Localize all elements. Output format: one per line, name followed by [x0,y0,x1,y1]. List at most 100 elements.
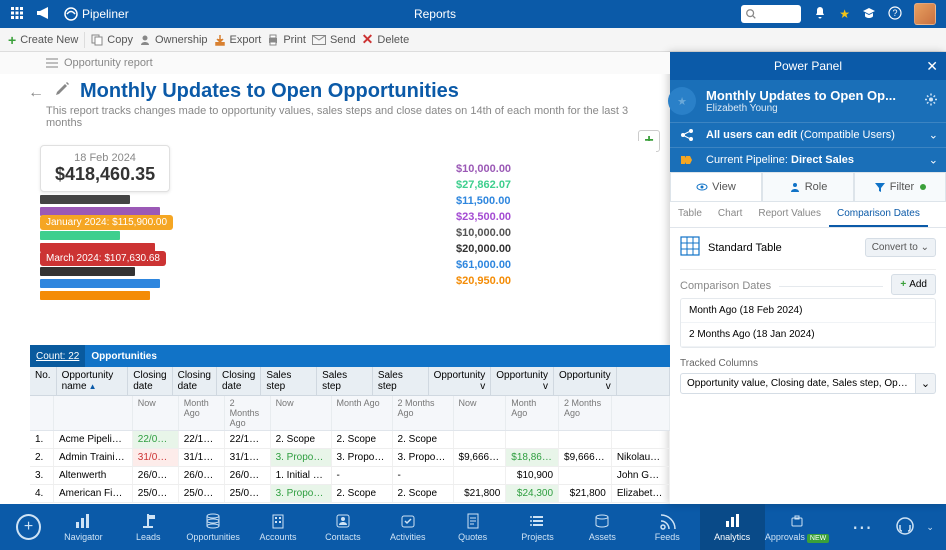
chevron-down-icon: ⌄ [929,154,938,167]
subtab-values[interactable]: Report Values [750,202,829,227]
add-date-button[interactable]: +Add [891,274,936,295]
chart: 18 Feb 2024 $418,460.35 January 2024: $1… [36,141,656,341]
pill-march: March 2024: $107,630.68 [40,251,166,266]
std-table-label: Standard Table [708,242,782,254]
filter-icon [874,181,886,193]
nav-projects[interactable]: Projects [505,504,570,550]
tracked-columns-input[interactable]: Opportunity value, Closing date, Sales s… [680,373,916,394]
brand-label: Pipeliner [82,7,129,21]
series-label: $10,000.00 [456,163,511,175]
grad-cap-icon[interactable] [862,6,876,23]
megaphone-icon[interactable] [36,6,52,23]
share-row[interactable]: All users can edit (Compatible Users) ⌄ [670,122,946,147]
eye-icon [696,181,708,193]
close-icon[interactable]: ✕ [926,58,938,75]
chart-bars [40,195,170,303]
nav-assets[interactable]: Assets [570,504,635,550]
col-val-0[interactable]: Opportunity v [429,367,492,395]
tracked-columns-label: Tracked Columns [680,358,936,369]
crumb-label[interactable]: Opportunity report [64,57,153,69]
col-closing-0[interactable]: Closing date [128,367,172,395]
nav-leads[interactable]: Leads [116,504,181,550]
nav-opportunities[interactable]: Opportunities [181,504,246,550]
list-icon [46,58,58,68]
nav-contacts[interactable]: Contacts [310,504,375,550]
page-title: Monthly Updates to Open Opportunities [80,80,459,103]
subtab-chart[interactable]: Chart [710,202,750,227]
pencil-icon[interactable] [54,81,70,102]
convert-button[interactable]: Convert to ⌄ [865,238,936,257]
table-row[interactable]: 4.American Fidelity (Subsi...25/08/20242… [30,485,670,503]
delete-button[interactable]: ✕Delete [362,31,410,48]
copy-button[interactable]: Copy [91,34,133,46]
report-owner: Elizabeth Young [706,103,936,114]
chart-tooltip: 18 Feb 2024 $418,460.35 [40,145,170,192]
support-icon[interactable] [894,515,926,539]
col-step-2[interactable]: Sales step [373,367,429,395]
back-button[interactable]: ← [28,84,44,102]
nav-navigator[interactable]: Navigator [51,504,116,550]
tab-role[interactable]: Role [762,172,854,201]
nav-feeds[interactable]: Feeds [635,504,700,550]
avatar[interactable] [914,3,936,25]
comparison-dates-list: Month Ago (18 Feb 2024)2 Months Ago (18 … [680,298,936,348]
user-icon [789,181,801,193]
favorite-icon[interactable]: ★ [668,87,696,115]
gear-icon[interactable] [924,93,938,110]
nav-analytics[interactable]: Analytics [700,504,765,550]
top-bar: Pipeliner Reports ★ ? [0,0,946,28]
col-closing-2[interactable]: Closing date [217,367,261,395]
series-label: $23,500.00 [456,211,511,223]
series-label: $20,000.00 [456,243,511,255]
send-button[interactable]: Send [312,34,356,46]
quick-add-button[interactable]: + [16,514,41,540]
nav-approvals[interactable]: ApprovalsNEW [765,504,830,550]
expand-icon[interactable]: ⌄ [926,522,940,533]
col-val-1[interactable]: Opportunity v [491,367,554,395]
col-step-1[interactable]: Sales step [317,367,373,395]
pipeline-row[interactable]: Current Pipeline: Direct Sales ⌄ [670,147,946,172]
col-val-2[interactable]: Opportunity v [554,367,617,395]
help-icon[interactable]: ? [888,6,902,23]
col-name[interactable]: Opportunity name▲ [57,367,129,395]
export-button[interactable]: Export [214,34,262,46]
series-label: $61,000.00 [456,259,511,271]
table-row[interactable]: 2.Admin Training Course31/03/202431/12/2… [30,449,670,467]
nav-quotes[interactable]: Quotes [440,504,505,550]
subtab-table[interactable]: Table [670,202,710,227]
table-row[interactable]: 1.Acme Pipeline Setup22/08/202422/12/202… [30,431,670,449]
series-label: $27,862.07 [456,179,511,191]
print-button[interactable]: Print [267,34,306,46]
panel-header: Power Panel ✕ [670,52,946,80]
top-center-label[interactable]: Reports [129,7,742,21]
count-cell[interactable]: Count: 22 [30,345,85,367]
table-row[interactable]: 3.Altenwerth26/04/202426/01/202426/01/20… [30,467,670,485]
tab-view[interactable]: View [670,172,762,201]
tooltip-date: 18 Feb 2024 [55,152,155,164]
filter-active-dot [920,184,926,190]
brand[interactable]: Pipeliner [64,7,129,21]
series-label: $20,950.00 [456,275,511,287]
nav-activities[interactable]: Activities [375,504,440,550]
ownership-button[interactable]: Ownership [139,34,208,46]
comparison-date-item[interactable]: Month Ago (18 Feb 2024) [681,299,935,323]
page-subtitle: This report tracks changes made to oppor… [0,105,670,137]
comp-dates-title: Comparison Dates [680,280,771,292]
col-step-0[interactable]: Sales step [261,367,317,395]
breadcrumb: Opportunity report [0,52,670,74]
nav-more[interactable]: ⋯ [829,504,894,550]
star-icon[interactable]: ★ [839,7,850,21]
apps-icon[interactable] [10,6,24,23]
bell-icon[interactable] [813,6,827,23]
tab-filter[interactable]: Filter [854,172,946,201]
comparison-date-item[interactable]: 2 Months Ago (18 Jan 2024) [681,323,935,347]
subtab-comparison[interactable]: Comparison Dates [829,202,928,227]
create-new-button[interactable]: +Create New [8,32,78,48]
col-no[interactable]: No. [30,367,57,395]
nav-accounts[interactable]: Accounts [246,504,311,550]
col-closing-1[interactable]: Closing date [173,367,217,395]
search-input[interactable] [741,5,801,23]
tracked-columns-chevron[interactable]: ⌄ [916,373,936,394]
panel-report-title: ★ Monthly Updates to Open Op... Elizabet… [670,80,946,122]
toolbar: +Create New Copy Ownership Export Print … [0,28,946,52]
